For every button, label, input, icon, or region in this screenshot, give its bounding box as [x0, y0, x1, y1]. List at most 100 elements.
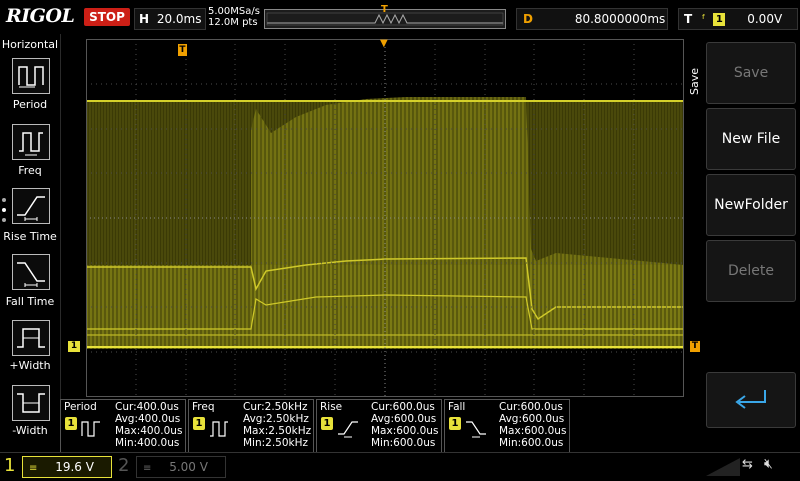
meas-avg: Avg:600.0us [371, 413, 437, 425]
fall-time-button[interactable] [12, 254, 50, 290]
delay-box[interactable]: D 80.8000000ms [516, 8, 668, 30]
trigger-label: T [684, 12, 693, 26]
run-stop-status[interactable]: STOP [84, 8, 130, 26]
delay-label: D [523, 12, 533, 26]
period-button[interactable] [12, 58, 50, 94]
meas-min: Min:400.0us [115, 437, 180, 449]
triangle-icon [706, 458, 740, 476]
meas-max: Max:600.0us [499, 425, 567, 437]
measurement-freq[interactable]: Freq 1 Cur:2.50kHz Avg:2.50kHz Max:2.50k… [188, 399, 314, 453]
memory-depth: 12.0M pts [208, 17, 258, 28]
meas-min: Min:600.0us [499, 437, 564, 449]
meas-avg: Avg:2.50kHz [243, 413, 309, 425]
measurement-values: Cur:600.0us Avg:600.0us Max:600.0us Min:… [499, 401, 566, 449]
horizontal-label: H [139, 12, 150, 26]
freq-button[interactable] [12, 124, 50, 160]
measurement-rise[interactable]: Rise 1 Cur:600.0us Avg:600.0us Max:600.0… [316, 399, 442, 453]
meas-cur: Cur:600.0us [499, 401, 563, 413]
freq-label: Freq [18, 164, 42, 177]
pos-width-label: +Width [9, 359, 51, 372]
memory-trigger-marker: T [381, 4, 388, 15]
period-icon [18, 66, 44, 88]
waveform-graticule [86, 39, 684, 397]
trigger-status-triangle [700, 456, 740, 476]
center-marker-icon: ▼ [380, 38, 388, 49]
period-label: Period [12, 98, 48, 111]
delete-button[interactable]: Delete [706, 240, 796, 302]
measurement-name: Freq [192, 401, 215, 413]
ch1-scale-box[interactable]: ≡ 19.6 V [22, 456, 112, 478]
frequency-icon [19, 132, 43, 156]
save-button[interactable]: Save [706, 42, 796, 104]
measurement-name: Rise [320, 401, 343, 413]
meas-min: Min:600.0us [371, 437, 436, 449]
measurement-channel: 1 [65, 417, 77, 430]
trigger-channel-badge: 1 [713, 13, 726, 26]
measurement-name: Fall [448, 401, 466, 413]
menu-title: Horizontal [1, 38, 59, 51]
meas-cur: Cur:2.50kHz [243, 401, 308, 413]
measurement-channel: 1 [193, 417, 205, 430]
meas-avg: Avg:400.0us [115, 413, 181, 425]
timebase-value: 20.0ms [156, 12, 202, 26]
speaker-muted-icon[interactable]: 🔇︎ [764, 456, 773, 472]
ch1-scale: 19.6 V [55, 460, 94, 474]
new-folder-button[interactable]: NewFolder [706, 174, 796, 236]
negative-width-icon [17, 393, 45, 413]
frequency-icon [210, 421, 228, 437]
fall-time-label: Fall Time [5, 295, 55, 308]
measurement-values: Cur:600.0us Avg:600.0us Max:600.0us Min:… [371, 401, 438, 449]
scroll-dot [2, 218, 6, 222]
rise-time-icon [338, 421, 358, 438]
ch2-scale-box[interactable]: ≡ 5.00 V [136, 456, 226, 478]
waveform-display[interactable]: T ▼ [86, 38, 684, 397]
horizontal-timebase[interactable]: H 20.0ms [134, 8, 206, 30]
measurement-values: Cur:400.0us Avg:400.0us Max:400.0us Min:… [115, 401, 182, 449]
meas-max: Max:400.0us [115, 425, 183, 437]
meas-max: Max:2.50kHz [243, 425, 312, 437]
trigger-box[interactable]: T ᶠ 1 0.00V [678, 8, 798, 30]
measurement-channel: 1 [321, 417, 333, 430]
coupling-icon: ≡ [29, 463, 38, 474]
measurement-values: Cur:2.50kHz Avg:2.50kHz Max:2.50kHz Min:… [243, 401, 311, 449]
rigol-logo: RIGOL [6, 5, 75, 27]
save-menu-title: Save [688, 68, 701, 96]
acquisition-info: 5.00MSa/s 12.0M pts [208, 6, 260, 28]
pos-width-button[interactable] [12, 320, 50, 356]
measurement-channel: 1 [449, 417, 461, 430]
meas-max: Max:600.0us [371, 425, 439, 437]
ch2-number[interactable]: 2 [118, 455, 129, 476]
rise-time-label: Rise Time [3, 230, 57, 243]
trigger-position-marker[interactable]: T [178, 44, 187, 56]
meas-cur: Cur:400.0us [115, 401, 179, 413]
meas-min: Min:2.50kHz [243, 437, 309, 449]
ch1-number[interactable]: 1 [4, 455, 15, 476]
trigger-level-marker[interactable]: T [690, 341, 700, 352]
neg-width-button[interactable] [12, 385, 50, 421]
scroll-dot [2, 208, 6, 212]
coupling-icon: ≡ [143, 463, 152, 474]
fall-time-icon [466, 421, 486, 438]
new-file-button[interactable]: New File [706, 108, 796, 170]
measurement-fall[interactable]: Fall 1 Cur:600.0us Avg:600.0us Max:600.0… [444, 399, 570, 453]
measurement-period[interactable]: Period 1 Cur:400.0us Avg:400.0us Max:400… [60, 399, 186, 453]
scroll-dot [2, 198, 6, 202]
rise-time-icon [17, 196, 45, 221]
rise-time-button[interactable] [12, 188, 50, 224]
period-icon [81, 421, 100, 437]
memory-position-strip[interactable]: T [264, 4, 506, 29]
meas-cur: Cur:600.0us [371, 401, 435, 413]
positive-width-icon [17, 328, 45, 348]
ch1-ground-marker[interactable]: 1 [68, 341, 80, 352]
return-arrow-icon [735, 390, 766, 409]
neg-width-label: -Width [12, 424, 48, 437]
trigger-level: 0.00V [747, 12, 783, 26]
ch2-scale: 5.00 V [169, 460, 208, 474]
rising-edge-icon: ᶠ [702, 12, 706, 26]
sample-rate: 5.00MSa/s [208, 6, 260, 17]
measurement-name: Period [64, 401, 97, 413]
delay-value: 80.8000000ms [574, 12, 666, 26]
fall-time-icon [17, 262, 45, 287]
meas-avg: Avg:600.0us [499, 413, 565, 425]
return-button[interactable] [706, 372, 796, 428]
